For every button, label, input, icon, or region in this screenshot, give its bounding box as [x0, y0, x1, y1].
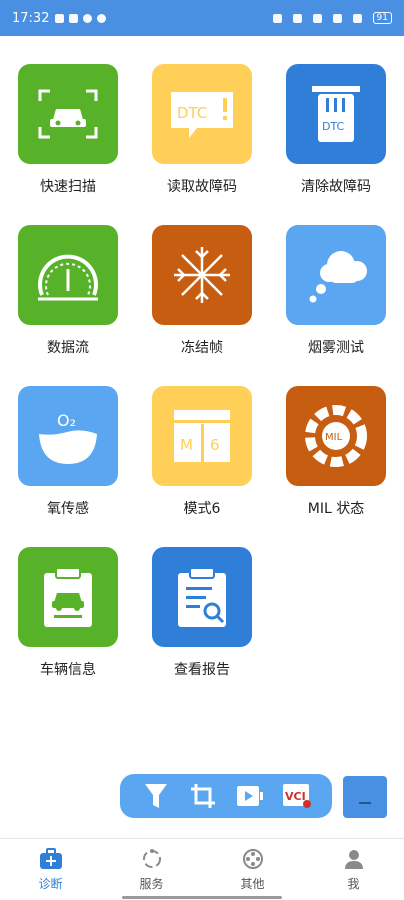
tile-smoke-test[interactable]: 烟雾测试 [268, 225, 404, 357]
car-scan-icon [18, 64, 118, 164]
tab-service[interactable]: 服务 [101, 839, 202, 900]
tab-label: 我 [347, 877, 360, 891]
mil-text: MIL [325, 432, 343, 443]
signal2-icon [312, 13, 322, 23]
wifi-icon [352, 13, 362, 23]
tile-label: 数据流 [47, 340, 89, 356]
mode-letter: M [180, 436, 193, 454]
snowflake-icon [152, 225, 252, 325]
medkit-icon [39, 847, 63, 871]
tile-clear-dtc[interactable]: DTC 清除故障码 [268, 64, 404, 196]
tab-label: 服务 [139, 877, 164, 891]
status-bar: 17:32 91 [0, 0, 404, 36]
tile-label: 冻结帧 [181, 340, 223, 356]
mail-notification-icon [69, 13, 79, 23]
person-icon [342, 847, 366, 871]
vci-text: VCI [285, 790, 306, 803]
music-notification-icon [55, 13, 65, 23]
film-reel-icon [241, 847, 265, 871]
o2-text: O₂ [57, 411, 76, 430]
tab-label: 诊断 [38, 877, 63, 891]
signal-icon [292, 13, 302, 23]
floating-toolbar: VCI [120, 774, 332, 818]
record-video-icon[interactable] [235, 781, 265, 811]
dock-bar [359, 802, 371, 804]
app-notification-icon [97, 13, 107, 23]
tile-label: 车辆信息 [40, 662, 96, 678]
tile-data-stream[interactable]: 数据流 [0, 225, 136, 357]
tile-label: 读取故障码 [167, 179, 237, 195]
bottom-tab-bar: 诊断 服务 其他 我 [0, 838, 404, 900]
oxygen-sensor-icon: O₂ [18, 386, 118, 486]
service-icon [140, 847, 164, 871]
tile-read-dtc[interactable]: DTC 读取故障码 [134, 64, 270, 196]
tile-label: 氧传感 [47, 501, 89, 517]
dtc-trash-icon: DTC [286, 64, 386, 164]
chat-notification-icon [83, 13, 93, 23]
filter-icon[interactable] [141, 781, 171, 811]
tile-view-report[interactable]: 查看报告 [134, 547, 270, 679]
tab-diagnose[interactable]: 诊断 [0, 839, 101, 900]
tile-label: 查看报告 [174, 662, 230, 678]
alarm-icon [272, 13, 282, 23]
mode-number: 6 [210, 436, 220, 454]
tile-oxygen-sensor[interactable]: O₂ 氧传感 [0, 386, 136, 518]
tile-label: 快速扫描 [40, 179, 96, 195]
tab-me[interactable]: 我 [303, 839, 404, 900]
crop-icon[interactable] [188, 781, 218, 811]
mode6-icon: M 6 [152, 386, 252, 486]
tile-label: MIL 状态 [307, 501, 365, 517]
tab-label: 其他 [240, 877, 265, 891]
tile-quick-scan[interactable]: 快速扫描 [0, 64, 136, 196]
dtc-text: DTC [177, 104, 207, 122]
gauge-icon [18, 225, 118, 325]
dtc-alert-icon: DTC [152, 64, 252, 164]
vci-icon[interactable]: VCI [282, 781, 312, 811]
mil-status-icon: MIL [286, 386, 386, 486]
system-indicators: 91 [272, 12, 392, 24]
tile-mil-status[interactable]: MIL MIL 状态 [268, 386, 404, 518]
battery-indicator: 91 [372, 12, 392, 24]
dock-toggle-button[interactable] [343, 776, 387, 818]
dtc-text: DTC [322, 120, 345, 133]
tile-vehicle-info[interactable]: 车辆信息 [0, 547, 136, 679]
clock: 17:32 [12, 10, 50, 26]
tile-freeze-frame[interactable]: 冻结帧 [134, 225, 270, 357]
vehicle-clipboard-icon [18, 547, 118, 647]
tile-label: 烟雾测试 [308, 340, 364, 356]
tile-label: 模式6 [183, 501, 221, 517]
tab-other[interactable]: 其他 [202, 839, 303, 900]
tile-label: 清除故障码 [301, 179, 371, 195]
hd-icon [332, 13, 342, 23]
smoke-cloud-icon [286, 225, 386, 325]
tile-mode6[interactable]: M 6 模式6 [134, 386, 270, 518]
report-search-icon [152, 547, 252, 647]
home-indicator[interactable] [122, 896, 282, 899]
